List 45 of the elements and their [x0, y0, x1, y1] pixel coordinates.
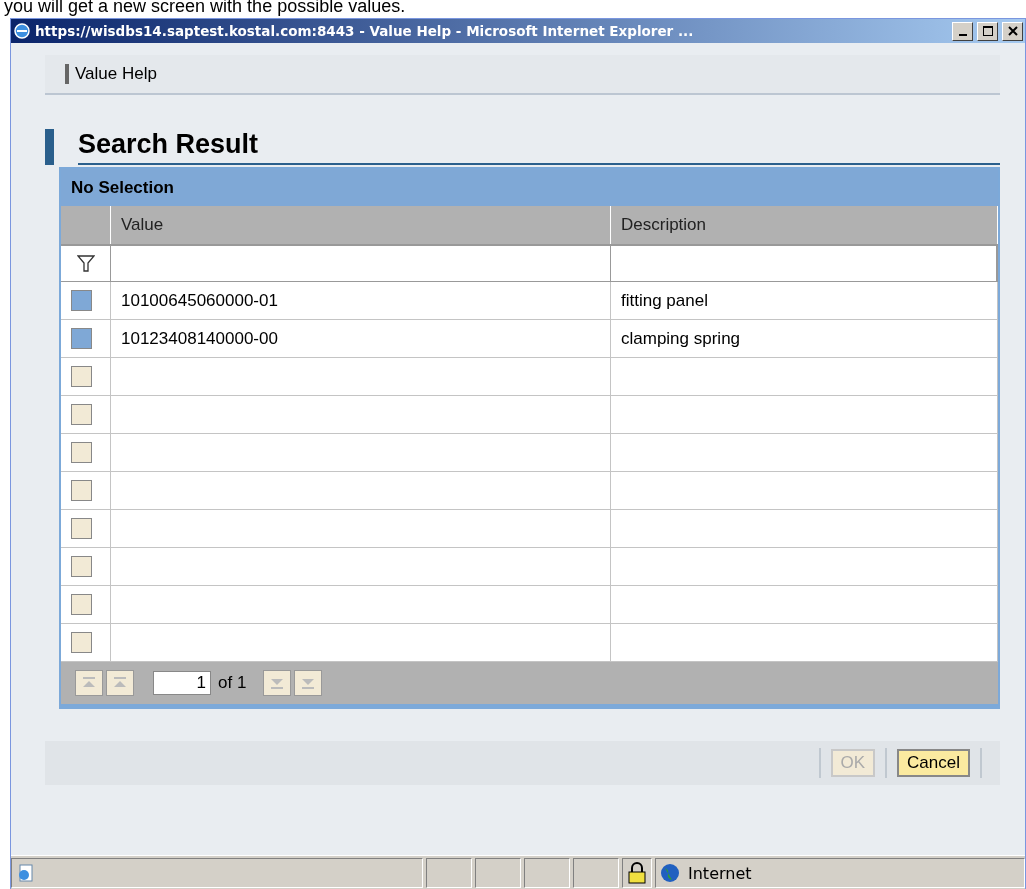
zone-label: Internet	[688, 863, 752, 883]
globe-icon	[660, 863, 680, 883]
minimize-button[interactable]	[952, 21, 973, 41]
dialog-button[interactable]: Cancel	[897, 749, 970, 777]
first-page-icon	[82, 676, 96, 690]
row-selector[interactable]	[71, 404, 92, 425]
filter-field[interactable]	[111, 244, 611, 282]
row-selector[interactable]	[71, 480, 92, 501]
next-page-icon	[270, 676, 285, 690]
toolbar-title: Value Help	[75, 64, 157, 84]
heading-marker	[45, 129, 54, 165]
section-title: Search Result	[78, 129, 1000, 165]
last-page-icon	[301, 676, 316, 690]
row-selector[interactable]	[71, 556, 92, 577]
selection-bar: No Selection	[61, 169, 998, 206]
status-pane	[426, 858, 472, 888]
close-button[interactable]	[1002, 21, 1023, 41]
table-cell: fitting panel	[611, 282, 998, 320]
browser-icon	[13, 22, 31, 40]
filter-icon	[76, 254, 95, 273]
page-count: of 1	[218, 673, 247, 693]
window-title: https://wisdbs14.saptest.kostal.com:8443 - Value Help - Microsoft Internet Explorer ...	[35, 23, 695, 39]
row-selector[interactable]	[71, 594, 92, 615]
filter-field[interactable]	[611, 244, 998, 282]
minimize-icon	[958, 33, 967, 36]
row-selector[interactable]	[71, 442, 92, 463]
close-icon	[1007, 26, 1018, 36]
maximize-icon	[982, 26, 993, 36]
status-pane	[573, 858, 619, 888]
table-cell: 10123408140000-00	[111, 320, 611, 358]
table-cell: 10100645060000-01	[111, 282, 611, 320]
previous-page-icon	[113, 676, 127, 690]
status-pane	[475, 858, 521, 888]
maximize-button[interactable]	[977, 21, 998, 41]
row-selector[interactable]	[71, 632, 92, 653]
toolbar-marker	[65, 64, 69, 84]
column-header[interactable]: Description	[611, 206, 998, 244]
page-icon	[16, 863, 36, 883]
table-cell: clamping spring	[611, 320, 998, 358]
column-header[interactable]: Value	[111, 206, 611, 244]
row-selector[interactable]	[71, 366, 92, 387]
page-field[interactable]: 1	[153, 671, 211, 695]
status-pane	[524, 858, 570, 888]
row-selector[interactable]	[71, 518, 92, 539]
lock-icon	[627, 862, 647, 884]
